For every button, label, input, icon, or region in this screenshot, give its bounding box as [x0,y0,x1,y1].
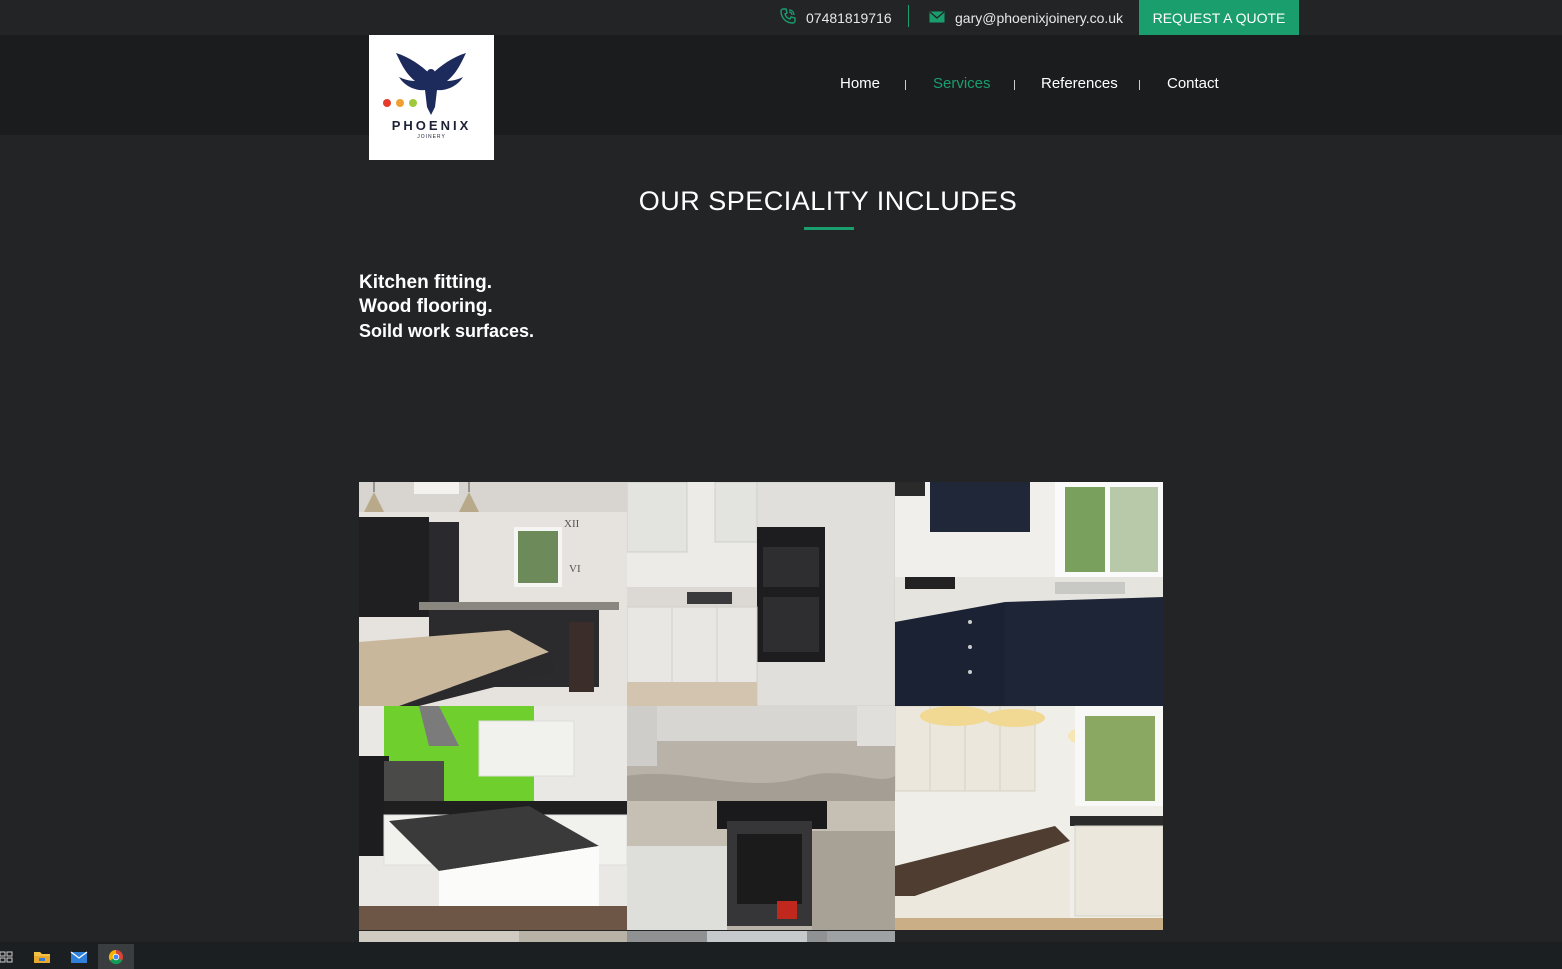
phone-contact[interactable]: 07481819716 [780,0,892,35]
os-taskbar [0,942,1562,969]
nav-divider [1139,80,1140,90]
gallery-image[interactable]: XII VI [359,482,627,706]
speciality-list: Kitchen fitting. Wood flooring. Soild wo… [359,271,534,343]
gallery-image[interactable] [627,930,895,942]
nav-home[interactable]: Home [840,75,880,92]
logo-brand-text: PHOENIX [391,118,472,133]
gallery-image[interactable] [627,706,895,930]
phoenix-bird-icon [383,53,466,115]
speciality-item: Wood flooring. [359,296,493,317]
phoenix-joinery-logo[interactable]: PHOENIX JOINERY [369,35,494,160]
top-contact-bar: 07481819716 gary@phoenixjoinery.co.uk RE… [0,0,1562,35]
speciality-item: Kitchen fitting. [359,272,492,293]
speciality-item: Soild work surfaces. [359,321,535,341]
gallery-image[interactable] [359,706,627,930]
gallery-image[interactable] [359,930,627,942]
nav-references[interactable]: References [1041,75,1118,92]
phone-icon [780,8,796,27]
gallery-image[interactable] [895,482,1163,706]
section-title: OUR SPECIALITY INCLUDES [638,186,1018,216]
task-view-icon[interactable] [0,944,24,969]
gallery-image[interactable] [627,482,895,706]
request-quote-button[interactable]: REQUEST A QUOTE [1139,0,1299,35]
nav-divider [1014,80,1015,90]
nav-menu: Home Services References Contact [0,75,1562,95]
gallery-image[interactable] [895,706,1163,930]
title-underline [804,227,854,230]
svg-text:VI: VI [569,563,581,575]
phone-number[interactable]: 07481819716 [806,10,892,26]
mail-icon[interactable] [61,944,97,969]
contact-divider [908,5,909,27]
nav-contact[interactable]: Contact [1167,75,1219,92]
nav-services[interactable]: Services [933,75,991,92]
nav-divider [905,80,906,90]
logo-sub-text: JOINERY [417,134,446,140]
svg-text:XII: XII [564,518,580,530]
email-contact[interactable]: gary@phoenixjoinery.co.uk [929,0,1123,35]
email-address[interactable]: gary@phoenixjoinery.co.uk [955,10,1123,26]
file-explorer-icon[interactable] [24,944,60,969]
chrome-icon[interactable] [98,944,134,969]
envelope-icon [929,10,945,26]
